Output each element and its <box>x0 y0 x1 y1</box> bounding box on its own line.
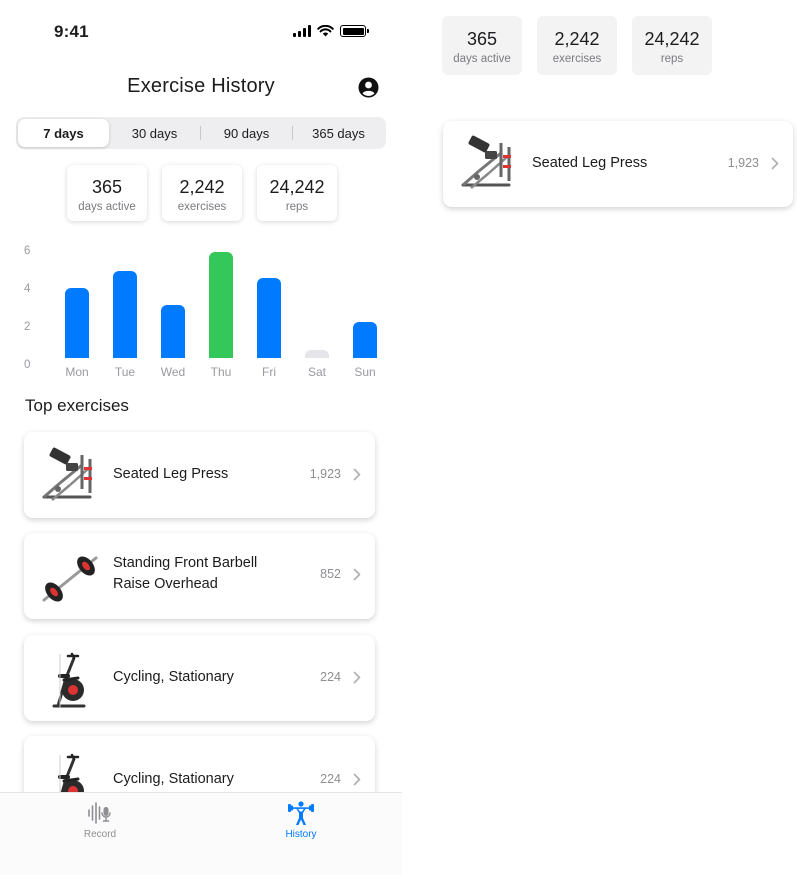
bar-mon <box>65 287 89 358</box>
status-icons <box>293 25 369 37</box>
x-tick-label: Mon <box>65 365 89 379</box>
exercise-name: Cycling, Stationary <box>113 771 234 787</box>
stat-value: 24,242 <box>269 177 325 197</box>
stat-label: reps <box>660 53 684 65</box>
y-tick-label: 0 <box>24 359 31 371</box>
section-title: Top exercises <box>25 396 129 415</box>
stat-value: 2,242 <box>179 177 225 197</box>
x-tick-label: Sat <box>307 365 326 379</box>
stat-label: reps <box>285 201 309 213</box>
stat-label: exercises <box>552 53 602 65</box>
chevron-right-icon <box>353 671 361 684</box>
exercise-name: Cycling, Stationary <box>113 669 234 685</box>
bar-sun <box>353 321 377 358</box>
stat-value: 365 <box>91 177 123 197</box>
exercise-count: 224 <box>320 772 341 786</box>
tab-30-days[interactable]: 30 days <box>109 119 200 147</box>
chevron-right-icon <box>353 568 361 581</box>
bar-sat <box>305 350 329 358</box>
bar-fri <box>257 278 281 358</box>
waveform-mic-icon <box>88 802 111 824</box>
weightlifter-icon <box>288 801 314 825</box>
stat-value: 2,242 <box>554 29 600 49</box>
stationary-bike-icon <box>38 648 100 710</box>
range-segmented-control: 7 days 30 days 90 days 365 days <box>16 117 386 149</box>
chevron-right-icon <box>771 157 779 170</box>
x-tick-label: Sun <box>354 365 376 379</box>
x-tick-label: Wed <box>160 365 186 379</box>
bar-wed <box>161 304 185 358</box>
tab-record-label: Record <box>83 829 117 840</box>
exercise-name: Seated Leg Press <box>532 155 648 171</box>
exercise-count: 852 <box>320 567 341 581</box>
exercise-name: Standing Front Barbell Raise Overhead <box>113 555 258 592</box>
y-tick-label: 6 <box>24 245 31 257</box>
x-tick-label: Fri <box>262 365 276 379</box>
tab-365-days[interactable]: 365 days <box>293 119 384 147</box>
x-tick-label: Tue <box>114 365 136 379</box>
leg-press-machine-icon <box>457 133 519 195</box>
tab-90-days[interactable]: 90 days <box>201 119 292 147</box>
stat-label: days active <box>453 53 511 65</box>
chevron-right-icon <box>353 773 361 786</box>
exercise-count: 1,923 <box>727 156 759 170</box>
tab-7-days[interactable]: 7 days <box>18 119 109 147</box>
leg-press-machine-icon <box>38 445 100 507</box>
preview-exercise-card[interactable]: Seated Leg Press 1,923 <box>443 121 793 207</box>
status-time: 9:41 <box>54 22 89 41</box>
tab-bar: Record History <box>0 792 402 875</box>
y-tick-label: 4 <box>24 283 31 295</box>
barbell-icon <box>38 546 100 608</box>
exercise-name: Seated Leg Press <box>113 466 229 482</box>
preview-stat-days-active: 365 days active <box>442 16 522 75</box>
exercise-card[interactable]: Standing Front Barbell Raise Overhead 85… <box>24 533 375 619</box>
tab-history[interactable]: History <box>251 800 351 840</box>
preview-stat-reps: 24,242 reps <box>632 16 712 75</box>
stat-label: days active <box>78 201 136 213</box>
stat-card-reps: 24,242 reps <box>257 165 337 221</box>
exercise-card[interactable]: Cycling, Stationary 224 <box>24 635 375 721</box>
stat-card-days-active: 365 days active <box>67 165 147 221</box>
y-tick-label: 2 <box>24 321 31 333</box>
phone-screen: 9:41 Exercise History 7 days 30 days 90 … <box>0 0 402 875</box>
chevron-right-icon <box>353 468 361 481</box>
exercise-count: 1,923 <box>309 467 341 481</box>
status-bar: 9:41 <box>0 0 402 60</box>
bar-tue <box>113 270 137 358</box>
stat-card-exercises: 2,242 exercises <box>162 165 242 221</box>
x-tick-label: Thu <box>210 365 232 379</box>
wifi-icon <box>317 25 334 37</box>
stat-value: 24,242 <box>644 29 700 49</box>
preview-stat-exercises: 2,242 exercises <box>537 16 617 75</box>
battery-icon <box>340 25 369 37</box>
bar-thu <box>209 251 233 358</box>
profile-icon[interactable] <box>358 77 379 98</box>
weekly-bar-chart: 0 2 4 6 Mon Tue Wed Thu Fri Sat Sun <box>0 230 402 385</box>
stat-label: exercises <box>177 201 227 213</box>
tab-history-label: History <box>285 829 317 840</box>
page-title: Exercise History <box>127 75 275 97</box>
stat-value: 365 <box>466 29 498 49</box>
exercise-card[interactable]: Seated Leg Press 1,923 <box>24 432 375 518</box>
cellular-signal-icon <box>293 25 311 37</box>
exercise-count: 224 <box>320 670 341 684</box>
tab-record[interactable]: Record <box>50 800 150 840</box>
